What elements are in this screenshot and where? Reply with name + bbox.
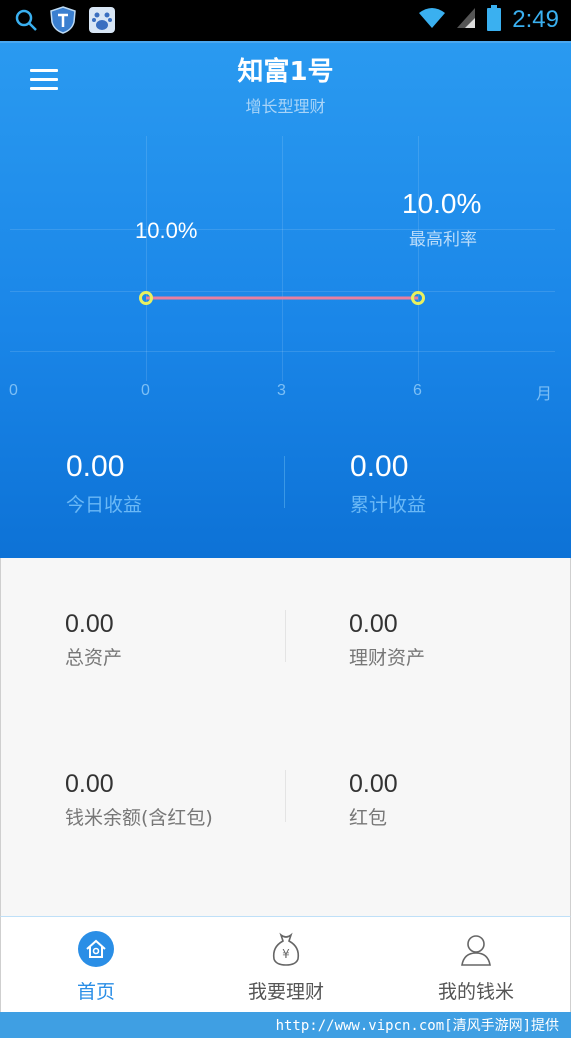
nav-item-profile[interactable]: 我的钱米 — [381, 917, 571, 1013]
total-assets[interactable]: 0.00 总资产 — [65, 610, 122, 670]
bottom-nav: 首页 ¥ 我要理财 我的钱米 — [0, 916, 571, 1013]
balance-value: 0.00 — [65, 770, 114, 798]
total-assets-value: 0.00 — [65, 610, 114, 638]
status-bar: 2:49 — [0, 0, 571, 41]
total-earnings: 0.00 累计收益 — [350, 450, 426, 517]
earnings-divider — [284, 456, 285, 508]
home-icon — [78, 931, 114, 967]
asset-divider — [285, 770, 286, 822]
nav-item-invest[interactable]: ¥ 我要理财 — [191, 917, 381, 1013]
wifi-icon — [418, 6, 446, 34]
nav-item-home[interactable]: 首页 — [1, 917, 191, 1013]
red-packet-label: 红包 — [349, 807, 388, 829]
assets-panel: 0.00 总资产 0.00 理财资产 0.00 钱米余额(含红包) 0.00 红… — [0, 558, 571, 916]
baidu-app-icon — [88, 6, 116, 38]
nav-label-home: 首页 — [76, 981, 115, 1003]
user-profile-icon — [458, 931, 494, 967]
red-packet-value: 0.00 — [349, 770, 398, 798]
balance[interactable]: 0.00 钱米余额(含红包) — [65, 770, 213, 830]
total-earnings-label: 累计收益 — [350, 494, 427, 516]
today-earnings-label: 今日收益 — [66, 494, 143, 516]
today-earnings: 0.00 今日收益 — [66, 450, 142, 517]
search-icon — [14, 8, 38, 36]
today-earnings-value: 0.00 — [66, 450, 125, 483]
rate-max-label: 最高利率 — [409, 230, 477, 250]
total-earnings-value: 0.00 — [350, 450, 409, 483]
red-packet[interactable]: 0.00 红包 — [349, 770, 398, 830]
signal-icon — [456, 6, 476, 34]
nav-label-profile: 我的钱米 — [437, 981, 514, 1003]
nav-label-invest: 我要理财 — [247, 981, 324, 1003]
financial-assets-label: 理财资产 — [349, 647, 426, 669]
axis-tick: 6 — [413, 382, 422, 399]
rate-max-value: 10.0% — [402, 188, 482, 219]
axis-unit-label: 月 — [536, 386, 553, 403]
battery-icon — [486, 4, 502, 36]
rate-start-label: 10.0% — [135, 218, 198, 243]
status-time: 2:49 — [512, 6, 559, 33]
rate-chart — [139, 291, 425, 305]
axis-tick: 3 — [277, 382, 286, 399]
svg-text:¥: ¥ — [282, 947, 290, 961]
watermark-bar: http://www.vipcn.com[清风手游网]提供 — [0, 1012, 571, 1038]
financial-assets[interactable]: 0.00 理财资产 — [349, 610, 425, 670]
money-bag-icon: ¥ — [268, 931, 304, 967]
balance-label: 钱米余额(含红包) — [65, 807, 213, 829]
shield-app-icon — [50, 6, 76, 38]
watermark-text: http://www.vipcn.com[清风手游网]提供 — [275, 1018, 559, 1034]
financial-assets-value: 0.00 — [349, 610, 398, 638]
axis-tick: 0 — [9, 382, 18, 399]
total-assets-label: 总资产 — [65, 647, 123, 669]
asset-divider — [285, 610, 286, 662]
axis-tick: 0 — [141, 382, 150, 399]
